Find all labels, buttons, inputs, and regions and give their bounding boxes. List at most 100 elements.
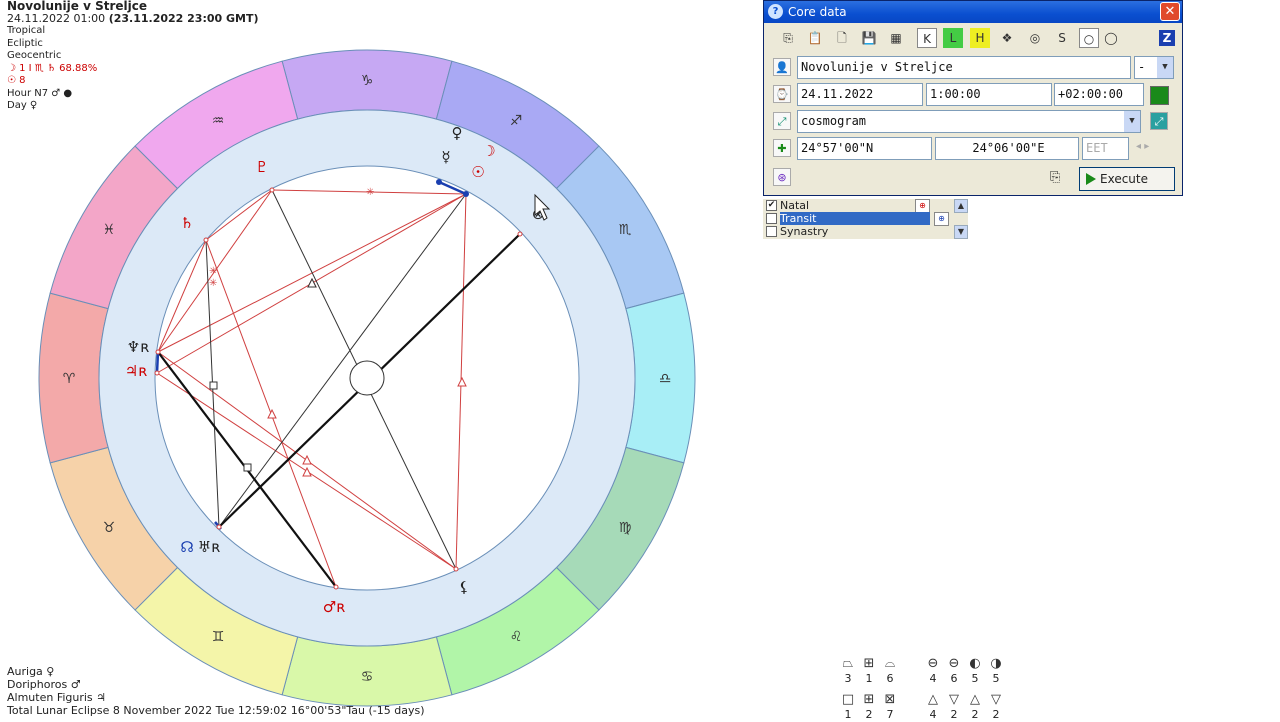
aspect-icon: ⊖ <box>948 656 960 671</box>
aspect-number: 1 <box>865 672 873 685</box>
aspect-count: ⏢ 3 <box>838 656 858 686</box>
moon-icon: ☽ <box>482 142 495 160</box>
h-icon[interactable]: H <box>970 28 990 48</box>
scroll-track[interactable] <box>954 213 968 225</box>
person-icon[interactable]: 👤 <box>773 58 791 76</box>
small-circle-icon[interactable]: ○ <box>1079 28 1099 48</box>
time-field[interactable]: 1:00:00 <box>926 83 1052 106</box>
chart-type-select[interactable]: cosmogram ▼ <box>797 110 1141 133</box>
aspect-icon: △ <box>928 692 938 707</box>
sign-glyph: ♓ <box>103 222 116 238</box>
aspect-statistics: ⏢ 3 ⊞ 1 ⌓ 6 ⊖ 4 ⊖ 6 ◐ 5 ◑ 5 □ 1 ⊞ 2 ⊠ 7 △ 4 ▽ 2 △ 2 ▽ 2 <box>838 656 1008 722</box>
s-icon[interactable]: S <box>1052 28 1072 48</box>
play-icon <box>1086 173 1096 185</box>
map-icon[interactable]: ⤢ <box>1150 112 1168 130</box>
aspect-count: ⊞ 2 <box>859 692 879 722</box>
toolbar: ⎘ 📋 🗋 💾 ▦ K L H ❖ ◎ S ○ ◯ Z <box>770 28 1176 50</box>
execute-label: Execute <box>1100 172 1148 186</box>
aspect-icon: ⏢ <box>842 656 854 671</box>
calendar-icon[interactable]: ⌚ <box>773 85 791 103</box>
jupiter-icon: ♃ʀ <box>125 362 148 380</box>
z-icon[interactable]: Z <box>1159 30 1175 46</box>
doriphoros-line: Doriphoros ♂ <box>7 678 81 691</box>
aspect-count: ⊞ 1 <box>859 656 879 686</box>
sign-glyph: ♌ <box>510 629 523 645</box>
venus-icon: ♀ <box>452 124 463 142</box>
shape-icon[interactable]: ❖ <box>997 28 1017 48</box>
l-icon[interactable]: L <box>943 28 963 48</box>
natal-checkbox[interactable]: ✔ <box>766 200 777 211</box>
aspect-count: ⊖ 6 <box>944 656 964 686</box>
transit-label: Transit <box>780 212 930 225</box>
k-icon[interactable]: K <box>917 28 937 48</box>
natal-clock-icon[interactable]: ⊕ <box>915 199 930 213</box>
sign-glyph: ♐ <box>510 113 523 129</box>
mercury-icon: ☿ <box>441 148 450 166</box>
zone-field[interactable]: EET <box>1082 137 1129 160</box>
aspect-icon: □ <box>841 692 855 707</box>
date-field[interactable]: 24.11.2022 <box>797 83 923 106</box>
chart-footer: Auriga ♀ Doriphoros ♂ Almuten Figuris ♃ … <box>7 665 425 717</box>
circle-dot-icon[interactable]: ◎ <box>1025 28 1045 48</box>
paste-icon[interactable]: 📋 <box>805 28 825 48</box>
transit-clock-icon[interactable]: ⊕ <box>934 212 949 226</box>
aspect-count: ⊠ 7 <box>880 692 900 722</box>
window-titlebar[interactable]: ? Core data ✕ <box>764 1 1182 23</box>
latitude-field[interactable]: 24°57'00"N <box>797 137 932 160</box>
mars-icon: ♂ʀ <box>323 598 346 616</box>
chart-mode-list[interactable]: ✔ Natal ⊕ Transit ⊕ Synastry <box>763 199 958 239</box>
chevron-down-icon[interactable]: ▼ <box>1124 111 1140 132</box>
aspect-count: □ 1 <box>838 692 858 722</box>
chevron-down-icon[interactable]: ▼ <box>1157 57 1173 78</box>
zone-arrows[interactable]: ◂ ▸ <box>1136 141 1149 152</box>
aspect-icon: ⌓ <box>884 656 896 671</box>
sign-glyph: ♑ <box>361 73 374 89</box>
aspect-number: 3 <box>844 672 852 685</box>
circle-icon[interactable]: ◯ <box>1101 28 1121 48</box>
copy-icon[interactable]: ⎘ <box>1050 170 1060 185</box>
settings-icon[interactable]: ⊛ <box>773 168 791 186</box>
aspect-icon: ⊠ <box>884 692 896 707</box>
close-button[interactable]: ✕ <box>1160 2 1180 21</box>
longitude-field[interactable]: 24°06'00"E <box>935 137 1079 160</box>
copy-icon[interactable]: ⎘ <box>778 28 798 48</box>
table-icon[interactable]: ▦ <box>886 28 906 48</box>
color-indicator[interactable] <box>1150 86 1169 105</box>
aspect-number: 6 <box>950 672 958 685</box>
location-icon[interactable]: ✚ <box>773 139 791 157</box>
execute-button[interactable]: Execute <box>1079 167 1175 191</box>
sun-icon: ☉ <box>471 163 484 181</box>
core-data-window[interactable]: ? Core data ✕ ⎘ 📋 🗋 💾 ▦ K L H ❖ ◎ S ○ ◯ Z 👤 Novolunij… <box>763 0 1183 196</box>
node-icon: ☊ <box>180 538 193 556</box>
scroll-down-icon[interactable]: ▼ <box>954 225 968 239</box>
list-item-transit[interactable]: Transit ⊕ <box>763 212 958 226</box>
svg-text:✳: ✳ <box>366 187 374 198</box>
aspect-icon: ⊖ <box>927 656 939 671</box>
aspect-icon: ▽ <box>991 692 1001 707</box>
name-select[interactable]: - ▼ <box>1134 56 1174 79</box>
astrology-wheel[interactable]: ♑♐♏♎♍♌♋♊♉♈♓♒ ✳ ✳ ✳ ♀☿ ☽☉♇♄♆ʀ♃ʀ☊ ♅ʀ♂ʀ⚸⊗ <box>0 0 760 720</box>
transit-checkbox[interactable] <box>766 213 777 224</box>
eclipse-line: Total Lunar Eclipse 8 November 2022 Tue … <box>7 704 425 717</box>
aspect-count: △ 4 <box>923 692 943 722</box>
list-item-natal[interactable]: ✔ Natal ⊕ <box>763 199 958 213</box>
sign-glyph: ♉ <box>103 520 116 536</box>
chart-type-value: cosmogram <box>801 114 867 128</box>
event-name-field[interactable]: Novolunije v Strelјce <box>797 56 1131 79</box>
list-item-synastry[interactable]: Synastry <box>763 225 958 238</box>
timezone-field[interactable]: +02:00:00 <box>1054 83 1144 106</box>
list-scrollbar[interactable]: ▲ ▼ <box>954 199 968 239</box>
natal-label: Natal <box>780 199 810 212</box>
svg-text:✳: ✳ <box>209 266 217 277</box>
lilith-icon: ⚸ <box>459 578 470 596</box>
aspect-count: ◑ 5 <box>986 656 1006 686</box>
chart-type-icon[interactable]: ⤢ <box>773 112 791 130</box>
new-icon[interactable]: 🗋 <box>832 28 852 48</box>
save-icon[interactable]: 💾 <box>859 28 879 48</box>
scroll-up-icon[interactable]: ▲ <box>954 199 968 213</box>
aspect-icon: △ <box>970 692 980 707</box>
aspect-count: ▽ 2 <box>944 692 964 722</box>
aspect-icon: ⊞ <box>863 692 875 707</box>
uranus-icon: ♅ʀ <box>198 538 221 556</box>
synastry-checkbox[interactable] <box>766 226 777 237</box>
